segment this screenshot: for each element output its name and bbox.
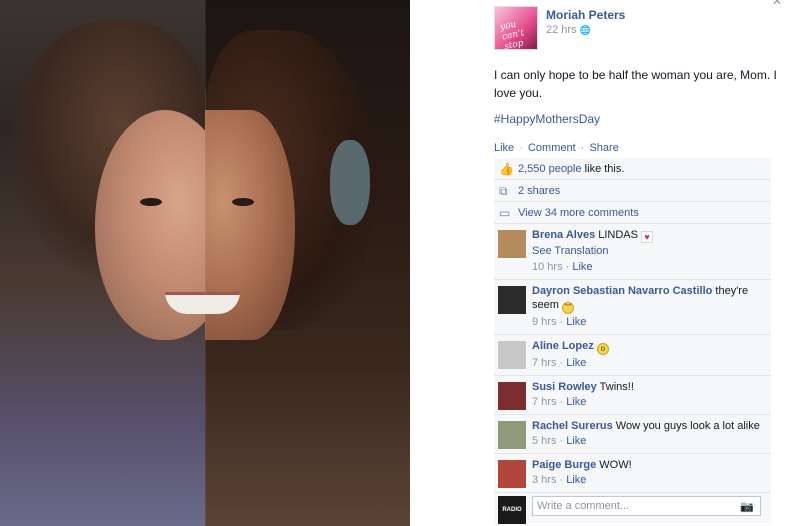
likes-summary: 👍 2,550 people like this. <box>494 158 771 180</box>
commenter-avatar[interactable] <box>498 460 526 488</box>
comment-composer: RADIO Write a comment... 📷 <box>494 493 771 524</box>
commenter-name[interactable]: Rachel Surerus <box>532 420 613 432</box>
shares-summary: ⧉ 2 shares <box>494 180 771 202</box>
likes-suffix: like this. <box>581 163 625 175</box>
commenter-name[interactable]: Dayron Sebastian Navarro Castillo <box>532 285 712 297</box>
shares-link[interactable]: 2 shares <box>518 185 560 197</box>
post-text: I can only hope to be half the woman you… <box>494 68 777 100</box>
commenter-name[interactable]: Susi Rowley <box>532 381 597 393</box>
separator: · <box>580 142 585 154</box>
commenter-name[interactable]: Brena Alves <box>532 229 595 241</box>
likes-count-link[interactable]: 2,550 people <box>518 163 582 175</box>
post-header: you can't stop me Moriah Peters 22 hrs 🌐 <box>492 6 782 62</box>
camera-icon[interactable]: 📷 <box>740 500 754 514</box>
view-more-comments: ▭ View 34 more comments <box>494 202 771 224</box>
see-translation-link[interactable]: See Translation <box>532 245 608 257</box>
commenter-avatar[interactable] <box>498 286 526 314</box>
comment-text: Twins!! <box>599 381 634 393</box>
commenter-avatar[interactable] <box>498 382 526 410</box>
surprised-emoji-icon: o <box>596 343 609 355</box>
photo-smile <box>165 292 240 314</box>
comment-input-placeholder: Write a comment... <box>537 500 630 512</box>
comment-icon: ▭ <box>499 206 511 220</box>
comment-like-button[interactable]: Like <box>566 474 586 486</box>
current-user-avatar: RADIO <box>498 496 526 524</box>
commenter-avatar[interactable] <box>498 341 526 369</box>
comment-like-button[interactable]: Like <box>566 357 586 369</box>
commenter-name[interactable]: Aline Lopez <box>532 340 594 352</box>
feedback-panel: 👍 2,550 people like this. ⧉ 2 shares ▭ V… <box>494 158 771 524</box>
comment-item: Brena Alves LINDAS ♥ See Translation 10 … <box>494 224 771 280</box>
page-name-link[interactable]: Moriah Peters <box>546 8 625 22</box>
photo-split-line <box>205 0 206 526</box>
comment-time[interactable]: 3 hrs <box>532 474 556 486</box>
comment-time[interactable]: 7 hrs <box>532 357 556 369</box>
comment-item: Paige Burge WOW! 3 hrs · Like <box>494 454 771 493</box>
post-time-text: 22 hrs <box>546 24 577 36</box>
commenter-avatar[interactable] <box>498 230 526 258</box>
commenter-avatar[interactable] <box>498 421 526 449</box>
hashtag-link[interactable]: #HappyMothersDay <box>494 112 600 126</box>
comment-text: LINDAS <box>598 229 638 241</box>
commenter-name[interactable]: Paige Burge <box>532 459 596 471</box>
separator: · <box>519 142 523 154</box>
comment-text: Wow you guys look a lot alike <box>615 420 760 432</box>
facebook-photo-viewer: ✕ you can't stop me Moriah Peters 22 hrs… <box>0 0 788 526</box>
heart-emoji-icon: ♥ <box>641 231 654 243</box>
share-icon: ⧉ <box>499 184 508 198</box>
globe-icon: 🌐 <box>579 25 591 35</box>
comment-time[interactable]: 7 hrs <box>532 396 556 408</box>
post-photo[interactable] <box>0 0 410 526</box>
comment-like-button[interactable]: Like <box>566 435 586 447</box>
photo-eye-left <box>140 198 162 206</box>
comment-item: Dayron Sebastian Navarro Castillo they'r… <box>494 280 771 335</box>
view-more-comments-link[interactable]: View 34 more comments <box>518 207 639 219</box>
comment-time[interactable]: 9 hrs <box>532 316 556 328</box>
comment-button[interactable]: Comment <box>528 142 576 154</box>
comment-like-button[interactable]: Like <box>572 261 592 273</box>
comment-time[interactable]: 10 hrs <box>532 261 563 273</box>
like-icon: 👍 <box>499 162 514 176</box>
share-button[interactable]: Share <box>589 142 618 154</box>
comment-like-button[interactable]: Like <box>566 396 586 408</box>
photo-eye-right <box>232 198 254 206</box>
comment-time[interactable]: 5 hrs <box>532 435 556 447</box>
page-avatar-text: you can't stop me <box>499 19 526 63</box>
post-actions: Like · Comment · Share <box>494 142 619 154</box>
photo-hair-flower <box>330 140 370 225</box>
comment-item: Rachel Surerus Wow you guys look a lot a… <box>494 415 771 454</box>
comment-text: WOW! <box>599 459 632 471</box>
post-timestamp[interactable]: 22 hrs 🌐 <box>546 24 591 36</box>
like-button[interactable]: Like <box>494 142 514 154</box>
comment-item: Susi Rowley Twins!! 7 hrs · Like <box>494 376 771 415</box>
page-avatar[interactable]: you can't stop me <box>494 6 538 62</box>
comment-like-button[interactable]: Like <box>566 316 586 328</box>
comment-input[interactable]: Write a comment... 📷 <box>532 496 761 516</box>
worried-emoji-icon: ︶ <box>561 302 574 314</box>
comment-item: Aline Lopez o 7 hrs · Like <box>494 335 771 376</box>
